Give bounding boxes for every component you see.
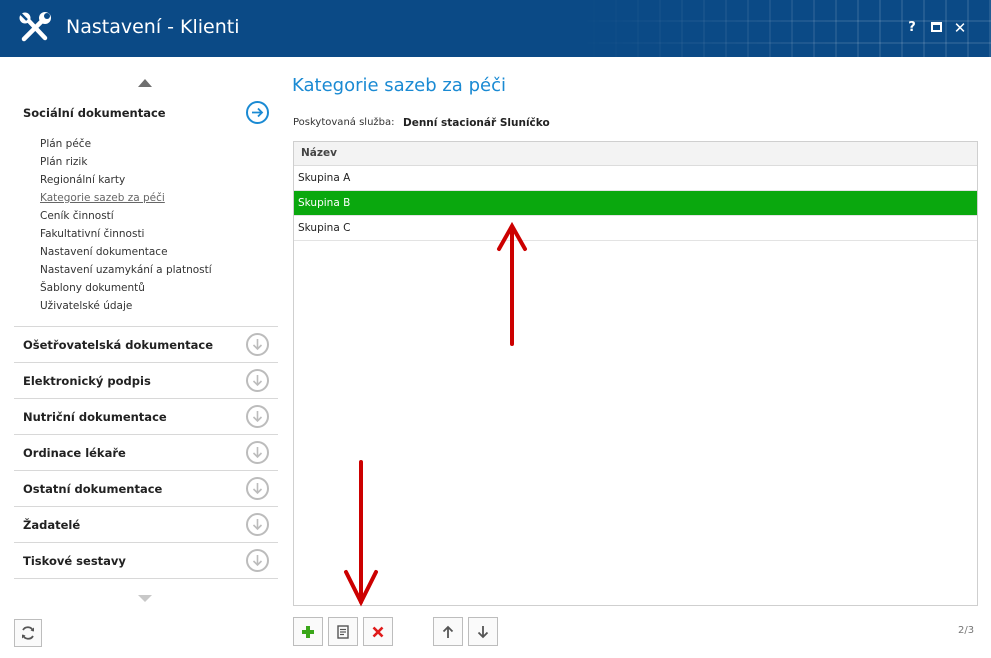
sidebar-item-plan-pece[interactable]: Plán péče <box>40 135 212 153</box>
scroll-down-arrow-icon[interactable] <box>138 595 152 602</box>
column-header-nazev[interactable]: Název <box>301 147 337 159</box>
sidebar-section-osetrovatelska[interactable]: Ošetřovatelská dokumentace <box>14 326 278 362</box>
arrow-down-circle-icon[interactable] <box>246 333 269 356</box>
refresh-button[interactable] <box>14 619 42 647</box>
table-row[interactable]: Skupina A <box>294 166 977 191</box>
sidebar-section-label: Ordinace lékaře <box>23 446 126 460</box>
move-up-button[interactable] <box>433 617 463 646</box>
scroll-up-arrow-icon[interactable] <box>138 79 152 87</box>
arrow-down-icon <box>477 625 489 638</box>
delete-button[interactable] <box>363 617 393 646</box>
refresh-icon <box>22 626 34 640</box>
plus-icon <box>302 625 314 638</box>
sidebar-section-label: Žadatelé <box>23 518 81 532</box>
settings-window: Nastavení - Klienti ? ✕ Sociální dokumen… <box>0 0 991 658</box>
sidebar-divider <box>14 578 278 579</box>
grid-header[interactable]: Název <box>294 142 977 166</box>
table-row[interactable]: Skupina C <box>294 216 977 241</box>
maximize-icon <box>930 21 942 32</box>
arrow-right-circle-icon[interactable] <box>246 101 269 124</box>
sidebar-section-socialni-dokumentace[interactable]: Sociální dokumentace <box>14 97 278 129</box>
sidebar-item-fakultativni-cinnosti[interactable]: Fakultativní činnosti <box>40 225 212 243</box>
sidebar-item-kategorie-sazeb[interactable]: Kategorie sazeb za péči <box>40 189 212 207</box>
cell-name: Skupina A <box>298 172 351 184</box>
wrench-screwdriver-icon <box>19 12 51 42</box>
sidebar-section-zadatele[interactable]: Žadatelé <box>14 506 278 542</box>
sidebar-section-label: Nutriční dokumentace <box>23 410 167 424</box>
sidebar-section-label: Ošetřovatelská dokumentace <box>23 338 214 352</box>
window-title: Nastavení - Klienti <box>66 16 240 38</box>
sidebar-section-ostatni[interactable]: Ostatní dokumentace <box>14 470 278 506</box>
sidebar-item-nastaveni-dokumentace[interactable]: Nastavení dokumentace <box>40 243 212 261</box>
arrow-down-circle-icon[interactable] <box>246 405 269 428</box>
arrow-down-circle-icon[interactable] <box>246 549 269 572</box>
sidebar-item-sablony-dokumentu[interactable]: Šablony dokumentů <box>40 279 212 297</box>
page-indicator: 2/3 <box>958 625 975 636</box>
sidebar: Sociální dokumentace Plán péče Plán rizi… <box>0 57 282 658</box>
title-bar: Nastavení - Klienti ? ✕ <box>0 0 991 57</box>
sidebar-item-regionalni-karty[interactable]: Regionální karty <box>40 171 212 189</box>
sidebar-section-nutricni[interactable]: Nutriční dokumentace <box>14 398 278 434</box>
page-title: Kategorie sazeb za péči <box>292 75 506 96</box>
sidebar-section-elektronicky-podpis[interactable]: Elektronický podpis <box>14 362 278 398</box>
sidebar-item-plan-rizik[interactable]: Plán rizik <box>40 153 212 171</box>
table-row-selected[interactable]: Skupina B <box>294 191 977 216</box>
sidebar-subitems: Plán péče Plán rizik Regionální karty Ka… <box>40 135 212 315</box>
sidebar-item-cenik-cinnosti[interactable]: Ceník činností <box>40 207 212 225</box>
categories-grid: Název Skupina A Skupina B Skupina C <box>293 141 978 606</box>
arrow-down-circle-icon[interactable] <box>246 369 269 392</box>
delete-x-icon <box>372 626 384 637</box>
maximize-button[interactable] <box>928 20 944 36</box>
sidebar-item-nastaveni-uzamykani[interactable]: Nastavení uzamykání a platností <box>40 261 212 279</box>
arrow-up-icon <box>442 625 454 638</box>
service-label: Poskytovaná služba: <box>293 117 395 128</box>
arrow-down-circle-icon[interactable] <box>246 441 269 464</box>
arrow-down-circle-icon[interactable] <box>246 513 269 536</box>
cell-name: Skupina B <box>298 197 351 209</box>
sidebar-section-label: Elektronický podpis <box>23 374 151 388</box>
edit-button[interactable] <box>328 617 358 646</box>
help-button[interactable]: ? <box>904 20 920 36</box>
add-button[interactable] <box>293 617 323 646</box>
sidebar-section-tiskove-sestavy[interactable]: Tiskové sestavy <box>14 542 278 578</box>
sidebar-section-label: Tiskové sestavy <box>23 554 126 568</box>
sidebar-section-label: Ostatní dokumentace <box>23 482 163 496</box>
sidebar-section-label: Sociální dokumentace <box>23 106 166 120</box>
sidebar-section-ordinace-lekare[interactable]: Ordinace lékaře <box>14 434 278 470</box>
move-down-button[interactable] <box>468 617 498 646</box>
sidebar-item-uzivatelske-udaje[interactable]: Uživatelské údaje <box>40 297 212 315</box>
close-button[interactable]: ✕ <box>952 20 968 36</box>
cell-name: Skupina C <box>298 222 351 234</box>
service-value: Denní stacionář Sluníčko <box>403 117 550 129</box>
document-edit-icon <box>337 624 349 639</box>
arrow-down-circle-icon[interactable] <box>246 477 269 500</box>
